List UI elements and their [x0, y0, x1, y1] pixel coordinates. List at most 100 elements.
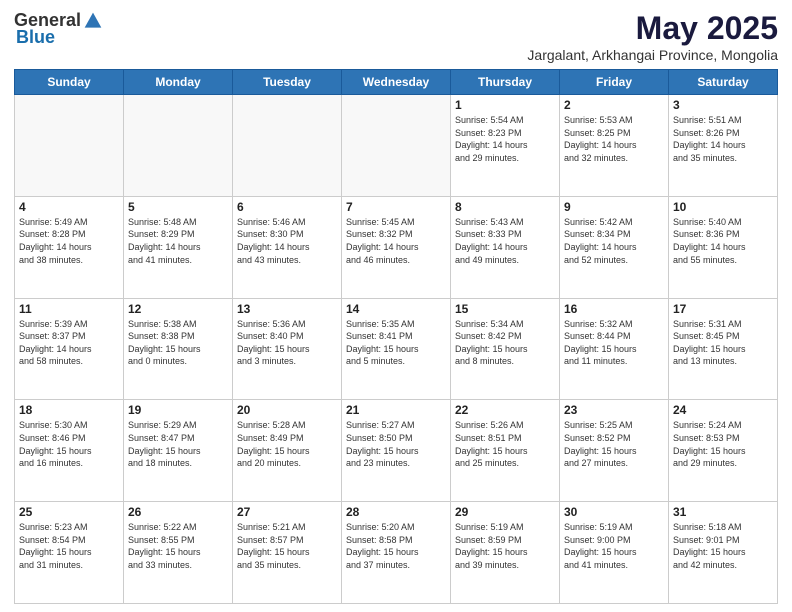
- calendar-cell: 12Sunrise: 5:38 AMSunset: 8:38 PMDayligh…: [124, 298, 233, 400]
- calendar-cell: 3 Sunrise: 5:51 AMSunset: 8:26 PMDaylight…: [669, 95, 778, 197]
- day-info: Sunrise: 5:48 AMSunset: 8:29 PMDaylight:…: [128, 216, 228, 266]
- day-info: Sunrise: 5:34 AMSunset: 8:42 PMDaylight:…: [455, 318, 555, 368]
- calendar-cell: 10 Sunrise: 5:40 AMSunset: 8:36 PMDayligh…: [669, 196, 778, 298]
- day-number: 7: [346, 200, 446, 214]
- calendar-cell: 11 Sunrise: 5:39 AMSunset: 8:37 PMDayligh…: [15, 298, 124, 400]
- calendar-cell: 24 Sunrise: 5:24 AMSunset: 8:53 PMDayligh…: [669, 400, 778, 502]
- calendar-cell: 14 Sunrise: 5:35 AMSunset: 8:41 PMDayligh…: [342, 298, 451, 400]
- calendar-cell: 20Sunrise: 5:28 AMSunset: 8:49 PMDayligh…: [233, 400, 342, 502]
- calendar-cell: 29 Sunrise: 5:19 AMSunset: 8:59 PMDayligh…: [451, 502, 560, 604]
- calendar-week-row: 11 Sunrise: 5:39 AMSunset: 8:37 PMDayligh…: [15, 298, 778, 400]
- days-of-week-row: SundayMondayTuesdayWednesdayThursdayFrid…: [15, 70, 778, 95]
- calendar-cell: 23Sunrise: 5:25 AMSunset: 8:52 PMDayligh…: [560, 400, 669, 502]
- calendar-cell: 4 Sunrise: 5:49 AMSunset: 8:28 PMDaylight…: [15, 196, 124, 298]
- calendar-header: SundayMondayTuesdayWednesdayThursdayFrid…: [15, 70, 778, 95]
- day-info: Sunrise: 5:29 AMSunset: 8:47 PMDaylight:…: [128, 419, 228, 469]
- day-number: 5: [128, 200, 228, 214]
- calendar-cell: 30Sunrise: 5:19 AMSunset: 9:00 PMDayligh…: [560, 502, 669, 604]
- day-number: 10: [673, 200, 773, 214]
- day-number: 25: [19, 505, 119, 519]
- day-number: 28: [346, 505, 446, 519]
- day-info: Sunrise: 5:54 AMSunset: 8:23 PMDaylight:…: [455, 114, 555, 164]
- day-info: Sunrise: 5:30 AMSunset: 8:46 PMDaylight:…: [19, 419, 119, 469]
- calendar-week-row: 4 Sunrise: 5:49 AMSunset: 8:28 PMDaylight…: [15, 196, 778, 298]
- day-number: 27: [237, 505, 337, 519]
- day-info: Sunrise: 5:43 AMSunset: 8:33 PMDaylight:…: [455, 216, 555, 266]
- day-number: 1: [455, 98, 555, 112]
- day-info: Sunrise: 5:51 AMSunset: 8:26 PMDaylight:…: [673, 114, 773, 164]
- day-number: 8: [455, 200, 555, 214]
- calendar-cell: 19 Sunrise: 5:29 AMSunset: 8:47 PMDayligh…: [124, 400, 233, 502]
- day-info: Sunrise: 5:23 AMSunset: 8:54 PMDaylight:…: [19, 521, 119, 571]
- day-info: Sunrise: 5:28 AMSunset: 8:49 PMDaylight:…: [237, 419, 337, 469]
- day-info: Sunrise: 5:53 AMSunset: 8:25 PMDaylight:…: [564, 114, 664, 164]
- calendar-body: 1 Sunrise: 5:54 AMSunset: 8:23 PMDaylight…: [15, 95, 778, 604]
- day-info: Sunrise: 5:20 AMSunset: 8:58 PMDaylight:…: [346, 521, 446, 571]
- day-number: 24: [673, 403, 773, 417]
- day-of-week-header: Monday: [124, 70, 233, 95]
- day-info: Sunrise: 5:45 AMSunset: 8:32 PMDaylight:…: [346, 216, 446, 266]
- calendar-cell: 5 Sunrise: 5:48 AMSunset: 8:29 PMDaylight…: [124, 196, 233, 298]
- day-of-week-header: Wednesday: [342, 70, 451, 95]
- day-info: Sunrise: 5:25 AMSunset: 8:52 PMDaylight:…: [564, 419, 664, 469]
- calendar-cell: [15, 95, 124, 197]
- day-number: 18: [19, 403, 119, 417]
- subtitle: Jargalant, Arkhangai Province, Mongolia: [527, 47, 778, 63]
- day-number: 29: [455, 505, 555, 519]
- day-number: 31: [673, 505, 773, 519]
- day-number: 6: [237, 200, 337, 214]
- day-number: 9: [564, 200, 664, 214]
- day-info: Sunrise: 5:46 AMSunset: 8:30 PMDaylight:…: [237, 216, 337, 266]
- calendar-cell: 15 Sunrise: 5:34 AMSunset: 8:42 PMDayligh…: [451, 298, 560, 400]
- calendar-cell: 31 Sunrise: 5:18 AMSunset: 9:01 PMDayligh…: [669, 502, 778, 604]
- day-info: Sunrise: 5:31 AMSunset: 8:45 PMDaylight:…: [673, 318, 773, 368]
- day-info: Sunrise: 5:18 AMSunset: 9:01 PMDaylight:…: [673, 521, 773, 571]
- day-number: 4: [19, 200, 119, 214]
- day-info: Sunrise: 5:22 AMSunset: 8:55 PMDaylight:…: [128, 521, 228, 571]
- calendar-cell: 6 Sunrise: 5:46 AMSunset: 8:30 PMDaylight…: [233, 196, 342, 298]
- day-of-week-header: Friday: [560, 70, 669, 95]
- day-number: 19: [128, 403, 228, 417]
- calendar-cell: 27 Sunrise: 5:21 AMSunset: 8:57 PMDayligh…: [233, 502, 342, 604]
- calendar-cell: 9 Sunrise: 5:42 AMSunset: 8:34 PMDaylight…: [560, 196, 669, 298]
- calendar-week-row: 1 Sunrise: 5:54 AMSunset: 8:23 PMDaylight…: [15, 95, 778, 197]
- day-number: 30: [564, 505, 664, 519]
- day-info: Sunrise: 5:19 AMSunset: 8:59 PMDaylight:…: [455, 521, 555, 571]
- day-info: Sunrise: 5:35 AMSunset: 8:41 PMDaylight:…: [346, 318, 446, 368]
- day-of-week-header: Saturday: [669, 70, 778, 95]
- day-info: Sunrise: 5:39 AMSunset: 8:37 PMDaylight:…: [19, 318, 119, 368]
- day-info: Sunrise: 5:40 AMSunset: 8:36 PMDaylight:…: [673, 216, 773, 266]
- calendar-cell: 8 Sunrise: 5:43 AMSunset: 8:33 PMDaylight…: [451, 196, 560, 298]
- day-info: Sunrise: 5:24 AMSunset: 8:53 PMDaylight:…: [673, 419, 773, 469]
- calendar-cell: 25 Sunrise: 5:23 AMSunset: 8:54 PMDayligh…: [15, 502, 124, 604]
- page: General Blue May 2025 Jargalant, Arkhang…: [0, 0, 792, 612]
- day-number: 2: [564, 98, 664, 112]
- day-number: 3: [673, 98, 773, 112]
- day-info: Sunrise: 5:42 AMSunset: 8:34 PMDaylight:…: [564, 216, 664, 266]
- day-info: Sunrise: 5:38 AMSunset: 8:38 PMDaylight:…: [128, 318, 228, 368]
- day-number: 14: [346, 302, 446, 316]
- logo-blue: Blue: [16, 27, 55, 48]
- calendar-week-row: 18 Sunrise: 5:30 AMSunset: 8:46 PMDayligh…: [15, 400, 778, 502]
- logo: General Blue: [14, 10, 103, 48]
- month-title: May 2025: [527, 10, 778, 47]
- calendar-cell: 28 Sunrise: 5:20 AMSunset: 8:58 PMDayligh…: [342, 502, 451, 604]
- day-number: 26: [128, 505, 228, 519]
- day-info: Sunrise: 5:26 AMSunset: 8:51 PMDaylight:…: [455, 419, 555, 469]
- calendar-cell: 22Sunrise: 5:26 AMSunset: 8:51 PMDayligh…: [451, 400, 560, 502]
- header: General Blue May 2025 Jargalant, Arkhang…: [14, 10, 778, 63]
- day-info: Sunrise: 5:32 AMSunset: 8:44 PMDaylight:…: [564, 318, 664, 368]
- calendar-cell: 16Sunrise: 5:32 AMSunset: 8:44 PMDayligh…: [560, 298, 669, 400]
- day-info: Sunrise: 5:49 AMSunset: 8:28 PMDaylight:…: [19, 216, 119, 266]
- calendar-cell: 21Sunrise: 5:27 AMSunset: 8:50 PMDayligh…: [342, 400, 451, 502]
- day-number: 11: [19, 302, 119, 316]
- calendar-week-row: 25 Sunrise: 5:23 AMSunset: 8:54 PMDayligh…: [15, 502, 778, 604]
- calendar-cell: [342, 95, 451, 197]
- day-number: 17: [673, 302, 773, 316]
- day-info: Sunrise: 5:21 AMSunset: 8:57 PMDaylight:…: [237, 521, 337, 571]
- day-number: 15: [455, 302, 555, 316]
- day-info: Sunrise: 5:36 AMSunset: 8:40 PMDaylight:…: [237, 318, 337, 368]
- calendar-cell: [233, 95, 342, 197]
- calendar-cell: 7 Sunrise: 5:45 AMSunset: 8:32 PMDaylight…: [342, 196, 451, 298]
- calendar-cell: 26 Sunrise: 5:22 AMSunset: 8:55 PMDayligh…: [124, 502, 233, 604]
